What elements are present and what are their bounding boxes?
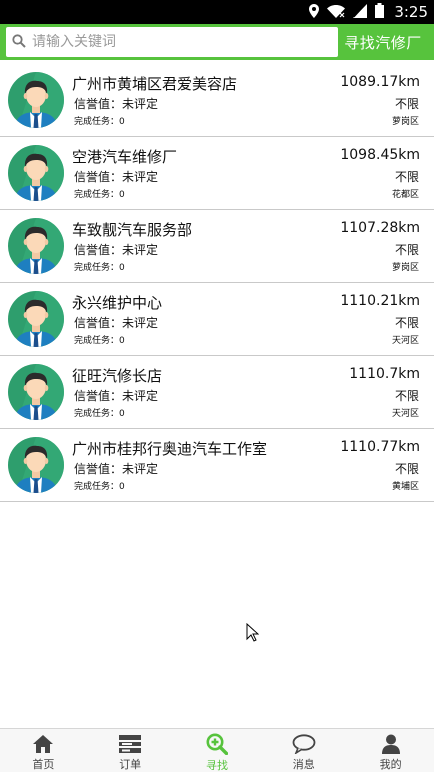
shop-distance: 1110.7km (349, 366, 420, 382)
shop-area: 花都区 (391, 190, 419, 200)
shop-name: 空港汽车维修厂 (72, 148, 178, 166)
shop-name: 永兴维护中心 (72, 294, 163, 312)
orders-icon (118, 733, 142, 754)
shop-limit: 不限 (394, 97, 419, 111)
shop-distance: 1098.45km (340, 147, 420, 163)
user-icon (381, 733, 401, 754)
shop-area: 黄埔区 (391, 482, 419, 492)
location-icon (309, 3, 320, 22)
shop-distance: 1107.28km (340, 220, 420, 236)
shop-completed-tasks: 完成任务：0 (74, 409, 125, 419)
shop-name: 广州市桂邦行奥迪汽车工作室 (72, 440, 268, 458)
shop-limit: 不限 (394, 170, 419, 184)
shop-list-item[interactable]: 征旺汽修长店 信誉值：未评定 完成任务：0 1110.7km 不限 天河区 (0, 356, 434, 429)
shop-completed-tasks: 完成任务：0 (74, 482, 125, 492)
shop-limit: 不限 (394, 389, 419, 403)
search-plus-icon (206, 733, 228, 755)
shop-list-item[interactable]: 永兴维护中心 信誉值：未评定 完成任务：0 1110.21km 不限 天河区 (0, 283, 434, 356)
clock: 3:25 (394, 3, 428, 21)
cell-signal-icon (353, 3, 368, 22)
shop-credit: 信誉值：未评定 (74, 243, 159, 257)
shop-completed-tasks: 完成任务：0 (74, 336, 125, 346)
shop-limit: 不限 (394, 243, 419, 257)
shop-credit: 信誉值：未评定 (74, 170, 159, 184)
tab-label: 消息 (292, 758, 315, 771)
shop-completed-tasks: 完成任务：0 (74, 117, 125, 127)
shop-distance: 1089.17km (340, 74, 420, 90)
mouse-cursor-icon (246, 622, 260, 646)
shop-list-item[interactable]: 广州市桂邦行奥迪汽车工作室 信誉值：未评定 完成任务：0 1110.77km 不… (0, 429, 434, 502)
shop-avatar (8, 364, 64, 420)
shop-avatar (8, 291, 64, 347)
shop-avatar (8, 145, 64, 201)
shop-credit: 信誉值：未评定 (74, 316, 159, 330)
shop-list-item[interactable]: 车致靓汽车服务部 信誉值：未评定 完成任务：0 1107.28km 不限 萝岗区 (0, 210, 434, 283)
search-icon (12, 33, 26, 52)
tab-user[interactable]: 我的 (347, 729, 434, 772)
search-input[interactable] (32, 34, 322, 50)
shop-completed-tasks: 完成任务：0 (74, 263, 125, 273)
shop-distance: 1110.21km (340, 293, 420, 309)
shop-avatar (8, 72, 64, 128)
search-bar: 寻找汽修厂 (0, 24, 434, 60)
tab-orders[interactable]: 订单 (87, 729, 174, 772)
shop-limit: 不限 (394, 462, 419, 476)
bottom-tab-bar: 首页 订单 寻找 消息 我的 (0, 728, 434, 772)
shop-avatar (8, 218, 64, 274)
shop-avatar (8, 437, 64, 493)
shop-name: 车致靓汽车服务部 (72, 221, 193, 239)
tab-label: 订单 (119, 758, 142, 771)
battery-icon (375, 2, 385, 22)
tab-label: 我的 (379, 758, 402, 771)
home-icon (32, 733, 54, 754)
shop-area: 萝岗区 (391, 263, 419, 273)
shop-limit: 不限 (394, 316, 419, 330)
tab-search-plus[interactable]: 寻找 (174, 729, 261, 772)
status-bar: 3:25 (0, 0, 434, 24)
shop-credit: 信誉值：未评定 (74, 97, 159, 111)
shop-area: 天河区 (391, 409, 419, 419)
search-box[interactable] (6, 27, 338, 57)
shop-name: 广州市黄埔区君爱美容店 (72, 75, 238, 93)
message-icon (292, 733, 316, 754)
find-repair-shop-button[interactable]: 寻找汽修厂 (338, 32, 428, 53)
wifi-icon (327, 3, 346, 22)
tab-home[interactable]: 首页 (0, 729, 87, 772)
shop-credit: 信誉值：未评定 (74, 389, 159, 403)
shop-completed-tasks: 完成任务：0 (74, 190, 125, 200)
shop-credit: 信誉值：未评定 (74, 462, 159, 476)
shop-list-item[interactable]: 空港汽车维修厂 信誉值：未评定 完成任务：0 1098.45km 不限 花都区 (0, 137, 434, 210)
shop-list-item[interactable]: 广州市黄埔区君爱美容店 信誉值：未评定 完成任务：0 1089.17km 不限 … (0, 64, 434, 137)
shop-list: 广州市黄埔区君爱美容店 信誉值：未评定 完成任务：0 1089.17km 不限 … (0, 64, 434, 502)
shop-area: 天河区 (391, 336, 419, 346)
shop-distance: 1110.77km (340, 439, 420, 455)
shop-area: 萝岗区 (391, 117, 419, 127)
tab-message[interactable]: 消息 (260, 729, 347, 772)
shop-name: 征旺汽修长店 (72, 367, 163, 385)
tab-label: 寻找 (205, 759, 228, 772)
tab-label: 首页 (32, 758, 55, 771)
